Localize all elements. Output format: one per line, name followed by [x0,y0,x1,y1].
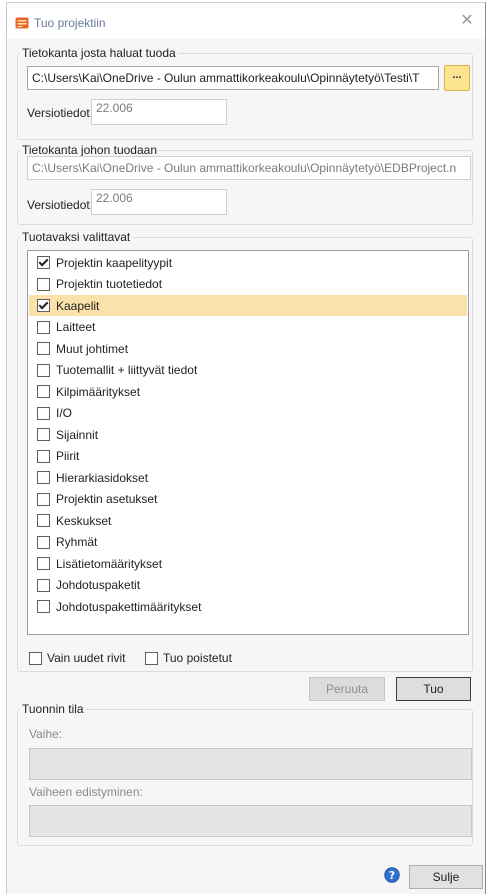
list-item-checkbox[interactable] [37,600,50,613]
import-deleted-option[interactable]: Tuo poistetut [145,651,232,665]
import-button[interactable]: Tuo [396,677,471,701]
list-item-checkbox[interactable] [37,256,50,269]
list-item-label: Projektin tuotetiedot [56,277,163,291]
window-title: Tuo projektiin [34,16,106,30]
list-item-checkbox[interactable] [37,277,50,291]
source-version-field: 22.006 [91,99,227,125]
list-item[interactable]: Kaapelit [29,295,467,316]
list-item-label: Sijainnit [56,427,99,442]
list-item-checkbox[interactable] [37,492,50,506]
list-item-checkbox[interactable] [37,385,50,398]
list-item-checkbox[interactable] [37,449,50,463]
list-item-checkbox[interactable] [37,535,50,549]
list-item[interactable]: Kilpimääritykset [29,381,467,402]
source-path-field[interactable]: C:\Users\Kai\OneDrive - Oulun ammattikor… [27,66,439,90]
list-item[interactable]: I/O [29,403,467,424]
list-item-checkbox[interactable] [37,514,50,527]
import-deleted-label: Tuo poistetut [163,651,232,665]
list-item-checkbox[interactable] [37,557,50,570]
list-item[interactable]: Johdotuspaketit [29,575,467,596]
svg-text:?: ? [389,869,395,882]
list-item-label: Projektin asetukset [56,492,158,506]
progress-field [29,805,472,837]
source-database-title: Tietokanta josta haluat tuoda [22,46,176,60]
list-item-label: Ryhmät [56,535,98,549]
list-item-label: Projektin kaapelityypit [56,255,173,270]
list-item-checkbox[interactable] [37,320,50,334]
list-item[interactable]: Tuotemallit + liittyvät tiedot [29,360,467,381]
source-version-label: Versiotiedot: [27,106,94,120]
list-item-checkbox[interactable] [37,342,50,355]
list-item-label: Keskukset [56,513,112,528]
import-deleted-checkbox[interactable] [145,651,158,665]
selection-title: Tuotavaksi valittavat [22,230,131,244]
list-item-label: Kaapelit [56,298,100,313]
target-version-label: Versiotiedot: [27,198,94,212]
list-item-label: Johdotuspakettimääritykset [56,599,202,614]
list-item-label: Hierarkiasidokset [56,470,149,485]
list-item-checkbox[interactable] [37,471,50,484]
list-item-label: Laitteet [56,320,96,334]
import-status-title: Tuonnin tila [22,702,84,716]
list-item-label: Muut johtimet [56,341,129,356]
list-item-label: Tuotemallit + liittyvät tiedot [56,363,198,377]
list-item-label: Kilpimääritykset [56,384,141,399]
browse-button[interactable]: ... [444,65,470,91]
target-version-field: 22.006 [91,189,227,215]
list-item[interactable]: Projektin kaapelityypit [29,252,467,273]
close-icon[interactable]: ✕ [459,13,475,29]
progress-label: Vaiheen edistyminen: [29,785,143,799]
list-item-label: Johdotuspaketit [56,578,141,592]
list-item[interactable]: Laitteet [29,317,467,338]
close-button[interactable]: Sulje [409,865,483,889]
list-item[interactable]: Keskukset [29,510,467,531]
list-item-checkbox[interactable] [37,406,50,420]
target-database-title: Tietokanta johon tuodaan [22,143,157,157]
only-new-rows-label: Vain uudet rivit [47,651,126,665]
list-item[interactable]: Ryhmät [29,532,467,553]
product-box-icon [15,17,29,29]
import-items-list: Projektin kaapelityypit Projektin tuoteti… [27,250,469,635]
phase-field [29,748,472,780]
only-new-rows-checkbox[interactable] [29,651,42,665]
list-item-label: Piirit [56,449,80,463]
list-item[interactable]: Muut johtimet [29,338,467,359]
list-item[interactable]: Projektin tuotetiedot [29,274,467,295]
cancel-button[interactable]: Peruuta [309,677,385,701]
source-database-group: Tietokanta josta haluat tuoda [17,46,473,140]
target-path-field: C:\Users\Kai\OneDrive - Oulun ammattikor… [27,156,471,180]
list-item[interactable]: Hierarkiasidokset [29,467,467,488]
title-bar: Tuo projektiin ✕ [7,3,485,39]
phase-label: Vaihe: [29,727,63,741]
list-item[interactable]: Piirit [29,446,467,467]
list-item[interactable]: Sijainnit [29,424,467,445]
import-dialog: Tuo projektiin ✕ Tietokanta josta haluat… [6,2,486,894]
list-item[interactable]: Lisätietomääritykset [29,553,467,574]
list-item-checkbox[interactable] [37,578,50,592]
only-new-rows-option[interactable]: Vain uudet rivit [29,651,126,665]
list-item-checkbox[interactable] [37,428,50,441]
list-item-checkbox[interactable] [37,299,50,312]
help-icon[interactable]: ? [384,867,400,883]
list-item[interactable]: Projektin asetukset [29,489,467,510]
list-item-label: Lisätietomääritykset [56,556,163,571]
list-item-checkbox[interactable] [37,363,50,377]
list-item-label: I/O [56,406,73,420]
list-item[interactable]: Johdotuspakettimääritykset [29,596,467,617]
